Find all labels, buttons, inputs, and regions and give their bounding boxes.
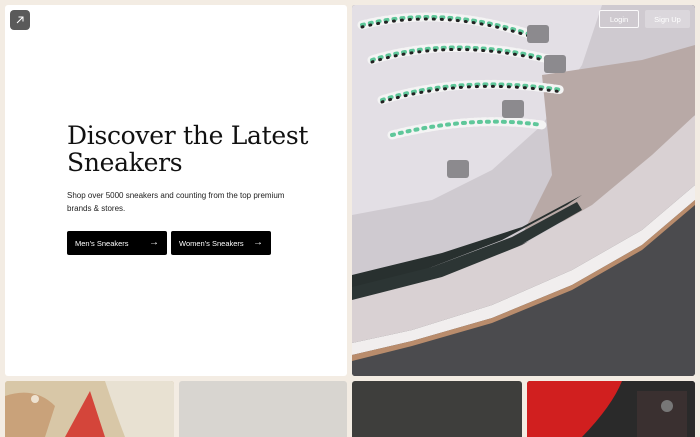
product-image xyxy=(527,381,695,437)
womens-sneakers-button[interactable]: Women's Sneakers → xyxy=(171,231,271,255)
hero-sneaker-image xyxy=(352,5,695,376)
mens-sneakers-label: Men's Sneakers xyxy=(75,238,129,248)
arrow-right-icon: → xyxy=(253,237,263,248)
hero-subtext: Shop over 5000 sneakers and counting fro… xyxy=(67,191,285,213)
logo-button[interactable] xyxy=(10,10,30,30)
arrow-right-icon: → xyxy=(149,237,159,248)
login-button[interactable]: Login xyxy=(599,10,639,28)
arrow-up-right-icon xyxy=(16,16,24,24)
product-tile[interactable] xyxy=(179,381,347,437)
product-image xyxy=(5,381,174,437)
signup-button[interactable]: Sign Up xyxy=(645,10,690,28)
hero-headline: Discover the Latest Sneakers xyxy=(67,121,309,177)
product-tile[interactable] xyxy=(352,381,522,437)
product-tile[interactable] xyxy=(527,381,695,437)
product-tile[interactable] xyxy=(5,381,174,437)
womens-sneakers-label: Women's Sneakers xyxy=(179,238,244,248)
mens-sneakers-button[interactable]: Men's Sneakers → xyxy=(67,231,167,255)
